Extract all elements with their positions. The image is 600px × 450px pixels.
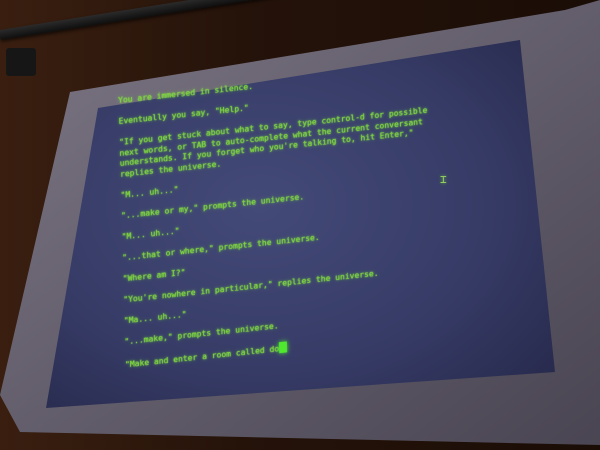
i-beam-icon: ⌶	[440, 173, 447, 186]
block-cursor	[278, 340, 288, 353]
terminal-text-area: You are immersed in silence. Eventually …	[118, 51, 555, 369]
